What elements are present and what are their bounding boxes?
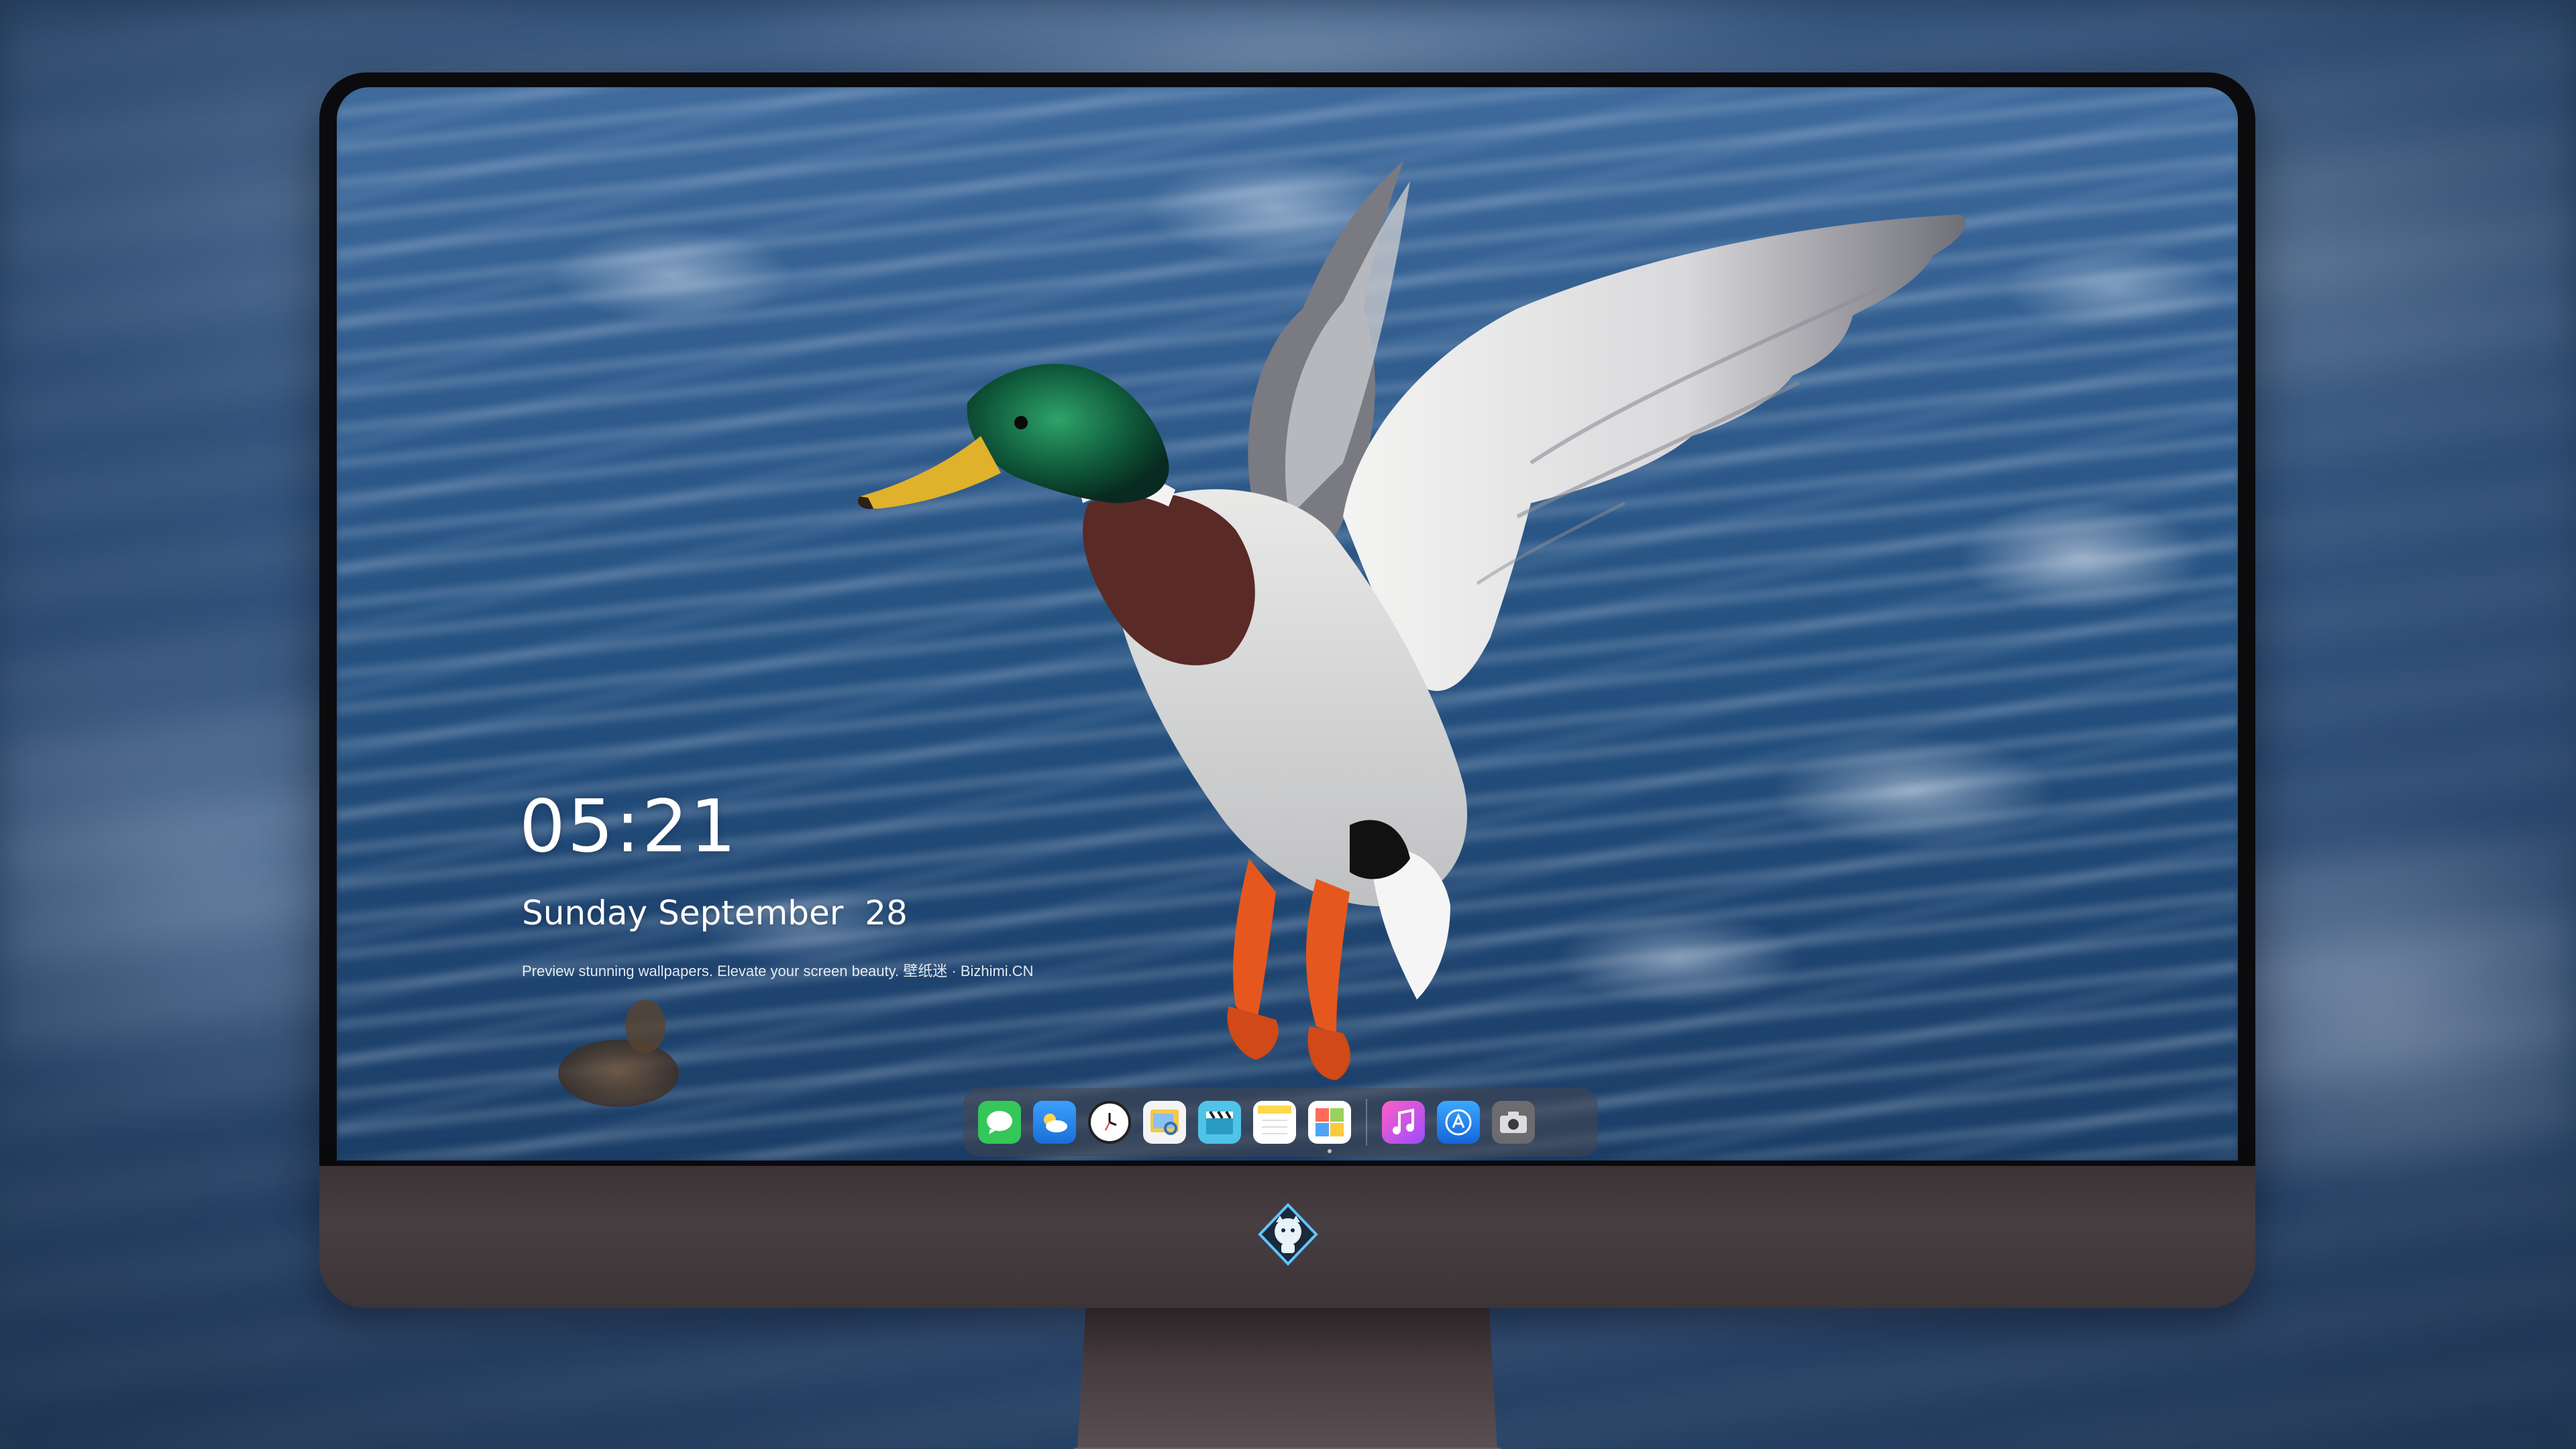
lockscreen-time: 05:21 (519, 785, 739, 869)
app-store-icon[interactable] (1437, 1101, 1480, 1144)
dock (963, 1088, 1598, 1157)
wallpaper-tagline: Preview stunning wallpapers. Elevate you… (522, 963, 1034, 979)
music-note-icon[interactable] (1382, 1101, 1425, 1144)
preview-icon[interactable] (1143, 1101, 1186, 1144)
notes-icon[interactable] (1253, 1101, 1296, 1144)
camera-icon[interactable] (1492, 1101, 1535, 1144)
duck-eye (1014, 416, 1028, 429)
brand-logo-icon (1256, 1202, 1320, 1267)
weather-cloud-icon[interactable] (1033, 1101, 1076, 1144)
running-indicator (1328, 1149, 1332, 1153)
monitor-stand-neck (1077, 1308, 1497, 1449)
dock-separator (1366, 1099, 1367, 1146)
screen: 05:21 Sunday September 28 Preview stunni… (337, 87, 2238, 1161)
messages-icon[interactable] (978, 1101, 1021, 1144)
clapperboard-icon[interactable] (1198, 1101, 1241, 1144)
lockscreen-date: Sunday September 28 (522, 894, 908, 932)
monitor: 05:21 Sunday September 28 Preview stunni… (319, 72, 2255, 1449)
distant-duck (558, 1040, 679, 1107)
calendar-icon[interactable] (1308, 1101, 1351, 1153)
duck-image (558, 161, 1966, 1107)
clock-icon[interactable] (1088, 1101, 1131, 1144)
